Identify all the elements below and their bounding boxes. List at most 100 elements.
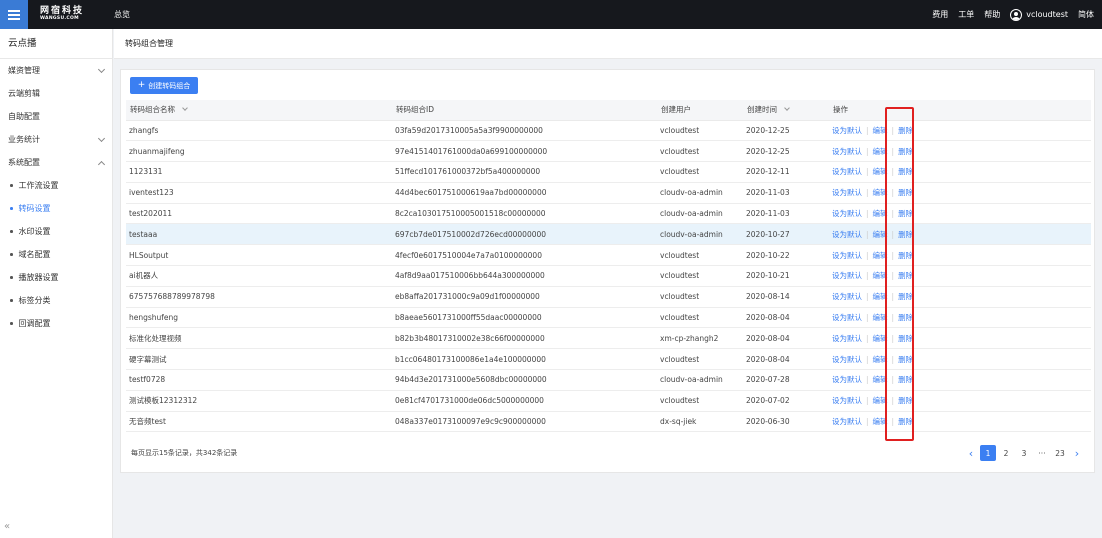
cell-user: vcloudtest xyxy=(657,390,743,412)
sidebar-subitem[interactable]: 转码设置 xyxy=(0,197,112,220)
edit-link[interactable]: 编辑 xyxy=(873,292,888,301)
set-default-link[interactable]: 设为默认 xyxy=(832,167,862,176)
cell-name: HLSoutput xyxy=(126,244,392,267)
bullet-icon xyxy=(10,299,13,302)
delete-link[interactable]: 删除 xyxy=(898,313,913,322)
set-default-link[interactable]: 设为默认 xyxy=(832,147,862,156)
collapse-sidebar-icon[interactable]: « xyxy=(4,521,10,532)
set-default-link[interactable]: 设为默认 xyxy=(832,375,862,384)
prev-page-icon[interactable]: ‹ xyxy=(964,445,978,461)
sidebar-item[interactable]: 业务统计 xyxy=(0,128,112,151)
sidebar-subitem[interactable]: 标签分类 xyxy=(0,289,112,312)
delete-link[interactable]: 删除 xyxy=(898,230,913,239)
edit-link[interactable]: 编辑 xyxy=(873,355,888,364)
delete-link[interactable]: 删除 xyxy=(898,251,913,260)
delete-link[interactable]: 删除 xyxy=(898,375,913,384)
delete-link[interactable]: 删除 xyxy=(898,334,913,343)
edit-link[interactable]: 编辑 xyxy=(873,417,888,426)
edit-link[interactable]: 编辑 xyxy=(873,230,888,239)
table-row: HLSoutput 4fecf0e6017510004e7a7a010000000… xyxy=(126,244,1091,267)
col-header-id: 转码组合ID xyxy=(392,100,657,121)
set-default-link[interactable]: 设为默认 xyxy=(832,417,862,426)
nav-overview[interactable]: 总览 xyxy=(114,9,130,20)
sidebar-item-label: 云端剪辑 xyxy=(8,89,40,98)
sidebar-item-label: 自助配置 xyxy=(8,112,40,121)
page-button[interactable]: 23 xyxy=(1052,445,1068,461)
edit-link[interactable]: 编辑 xyxy=(873,251,888,260)
user-menu[interactable]: vcloudtest xyxy=(1010,8,1068,21)
edit-link[interactable]: 编辑 xyxy=(873,209,888,218)
set-default-link[interactable]: 设为默认 xyxy=(832,230,862,239)
delete-link[interactable]: 删除 xyxy=(898,209,913,218)
cell-name: 675757688789978798 xyxy=(126,286,392,308)
delete-link[interactable]: 删除 xyxy=(898,126,913,135)
delete-link[interactable]: 删除 xyxy=(898,147,913,156)
delete-link[interactable]: 删除 xyxy=(898,355,913,364)
set-default-link[interactable]: 设为默认 xyxy=(832,334,862,343)
set-default-link[interactable]: 设为默认 xyxy=(832,251,862,260)
edit-link[interactable]: 编辑 xyxy=(873,167,888,176)
next-page-icon[interactable]: › xyxy=(1070,445,1084,461)
delete-link[interactable]: 删除 xyxy=(898,292,913,301)
cell-id: 4af8d9aa017510006bb644a300000000 xyxy=(392,265,657,287)
cell-name: testf0728 xyxy=(126,369,392,391)
edit-link[interactable]: 编辑 xyxy=(873,334,888,343)
create-transcode-group-button[interactable]: + 创建转码组合 xyxy=(130,77,198,94)
cell-ops: 设为默认 | 编辑 | 删除 xyxy=(829,140,1091,163)
edit-link[interactable]: 编辑 xyxy=(873,375,888,384)
sidebar-item-label: 系统配置 xyxy=(8,158,40,167)
sidebar-item[interactable]: 云端剪辑 xyxy=(0,82,112,105)
menu-icon[interactable] xyxy=(0,0,28,29)
cell-time: 2020-08-04 xyxy=(743,307,829,329)
delete-link[interactable]: 删除 xyxy=(898,188,913,197)
sidebar-subitem[interactable]: 播放器设置 xyxy=(0,266,112,289)
col-header-name[interactable]: 转码组合名称 xyxy=(126,100,392,121)
page-button[interactable]: 2 xyxy=(998,445,1014,461)
bullet-icon xyxy=(10,322,13,325)
sidebar-item[interactable]: 自助配置 xyxy=(0,105,112,128)
cell-time: 2020-10-22 xyxy=(743,244,829,267)
delete-link[interactable]: 删除 xyxy=(898,396,913,405)
cell-user: vcloudtest xyxy=(657,244,743,267)
logo[interactable]: 网宿科技 WANGSU.COM xyxy=(40,7,92,22)
sidebar-subitem-label: 转码设置 xyxy=(18,204,51,213)
op-separator: | xyxy=(891,209,895,219)
link-help[interactable]: 帮助 xyxy=(984,9,1000,20)
set-default-link[interactable]: 设为默认 xyxy=(832,188,862,197)
sort-icon[interactable] xyxy=(182,105,188,112)
edit-link[interactable]: 编辑 xyxy=(873,271,888,280)
set-default-link[interactable]: 设为默认 xyxy=(832,126,862,135)
sidebar-subitem[interactable]: 水印设置 xyxy=(0,220,112,243)
page-button[interactable]: 3 xyxy=(1016,445,1032,461)
page-button[interactable]: 1 xyxy=(980,445,996,461)
table-row: 测试模板12312312 0e81cf4701731000de06dc500000… xyxy=(126,390,1091,412)
cell-time: 2020-08-04 xyxy=(743,348,829,371)
link-billing[interactable]: 费用 xyxy=(932,9,948,20)
edit-link[interactable]: 编辑 xyxy=(873,147,888,156)
delete-link[interactable]: 删除 xyxy=(898,417,913,426)
delete-link[interactable]: 删除 xyxy=(898,167,913,176)
set-default-link[interactable]: 设为默认 xyxy=(832,209,862,218)
set-default-link[interactable]: 设为默认 xyxy=(832,292,862,301)
set-default-link[interactable]: 设为默认 xyxy=(832,313,862,322)
link-tickets[interactable]: 工单 xyxy=(958,9,974,20)
set-default-link[interactable]: 设为默认 xyxy=(832,396,862,405)
language-switch[interactable]: 简体 xyxy=(1078,9,1094,20)
delete-link[interactable]: 删除 xyxy=(898,271,913,280)
edit-link[interactable]: 编辑 xyxy=(873,126,888,135)
col-header-time[interactable]: 创建时间 xyxy=(743,100,829,121)
cell-id: 51ffecd101761000372bf5a400000000 xyxy=(392,161,657,183)
edit-link[interactable]: 编辑 xyxy=(873,396,888,405)
sidebar-subitem[interactable]: 工作流设置 xyxy=(0,174,112,197)
table-row: hengshufeng b8aeae5601731000ff55daac00000… xyxy=(126,307,1091,329)
edit-link[interactable]: 编辑 xyxy=(873,313,888,322)
set-default-link[interactable]: 设为默认 xyxy=(832,271,862,280)
set-default-link[interactable]: 设为默认 xyxy=(832,355,862,364)
edit-link[interactable]: 编辑 xyxy=(873,188,888,197)
cell-ops: 设为默认 | 编辑 | 删除 xyxy=(829,286,1091,308)
sidebar-item[interactable]: 系统配置 xyxy=(0,151,112,174)
sidebar-subitem[interactable]: 回调配置 xyxy=(0,312,112,335)
sidebar-item[interactable]: 媒资管理 xyxy=(0,59,112,82)
sidebar-subitem[interactable]: 域名配置 xyxy=(0,243,112,266)
sort-icon[interactable] xyxy=(784,105,790,112)
